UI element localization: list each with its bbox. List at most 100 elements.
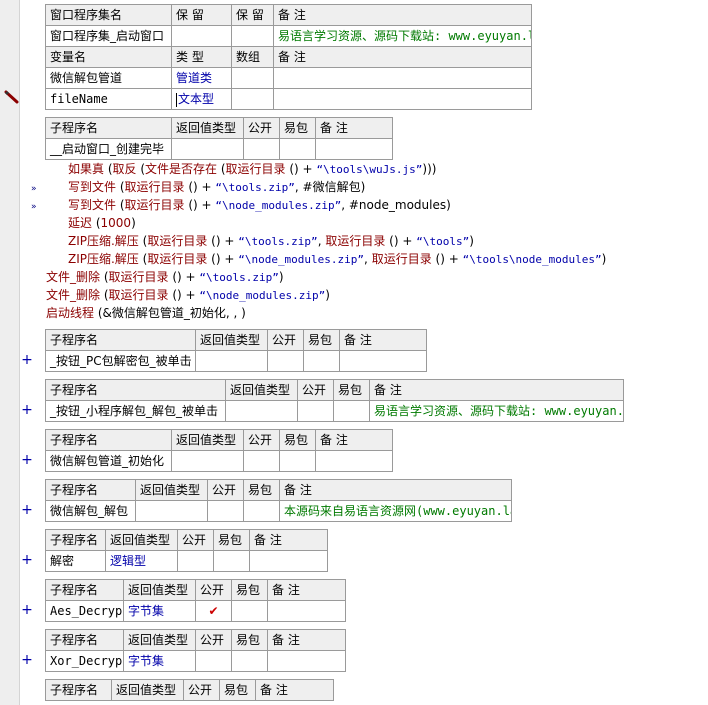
- code-line[interactable]: 启动线程 (&微信解包管道_初始化, , ): [46, 304, 246, 322]
- code-line[interactable]: 文件_删除 (取运行目录 () + “\tools.zip”): [46, 268, 284, 287]
- gutter-separator: [19, 0, 20, 705]
- sub-name-cell[interactable]: 微信解包管道_初始化: [45, 450, 172, 472]
- header-note: 备 注: [273, 4, 532, 26]
- var-array-cell[interactable]: [231, 67, 274, 89]
- sub-public-cell[interactable]: [243, 450, 280, 472]
- sub-easy-cell[interactable]: [303, 350, 340, 372]
- code-token: (: [100, 288, 109, 302]
- var-name-cell[interactable]: 微信解包管道: [45, 67, 172, 89]
- code-line[interactable]: 写到文件 (取运行目录 () + “\tools.zip”, #微信解包): [68, 178, 365, 197]
- header-sub-name: 子程序名: [45, 329, 196, 351]
- var-row[interactable]: 微信解包管道 管道类: [45, 67, 532, 89]
- sub-easy-cell[interactable]: [279, 138, 316, 160]
- var-note-cell[interactable]: [273, 88, 532, 110]
- sub-easy-cell[interactable]: [243, 500, 280, 522]
- sub-return-cell[interactable]: 字节集: [123, 650, 196, 672]
- code-token: 取反: [112, 162, 137, 176]
- expand-arrow-icon[interactable]: »: [31, 184, 36, 194]
- sub-name-cell[interactable]: Xor_Decrypt: [45, 650, 124, 672]
- sub-public-cell[interactable]: [297, 400, 334, 422]
- sub-public-cell[interactable]: [195, 650, 232, 672]
- code-token: (: [92, 216, 101, 230]
- sub-row[interactable]: Xor_Decrypt 字节集: [45, 650, 346, 672]
- sub-return-cell[interactable]: 逻辑型: [105, 550, 178, 572]
- sub-name-cell[interactable]: _按钮_小程序解包_解包_被单击: [45, 400, 226, 422]
- sub-public-cell[interactable]: ✔: [195, 600, 232, 622]
- var-name-cell[interactable]: fileName: [45, 88, 172, 110]
- sub-name-cell[interactable]: _按钮_PC包解密包_被单击: [45, 350, 196, 372]
- sub-public-cell[interactable]: [267, 350, 304, 372]
- sub-note-cell[interactable]: [315, 450, 393, 472]
- sub-return-cell[interactable]: [171, 138, 244, 160]
- sub-public-cell[interactable]: [207, 500, 244, 522]
- sub-name-cell[interactable]: 微信解包_解包: [45, 500, 136, 522]
- assembly-row[interactable]: 窗口程序集_启动窗口 易语言学习资源、源码下载站: www.eyuyan.la: [45, 25, 532, 47]
- code-line[interactable]: 延迟 (1000): [68, 214, 136, 232]
- sub-easy-cell[interactable]: [231, 600, 268, 622]
- expand-arrow-icon[interactable]: »: [31, 202, 36, 212]
- assembly-name-cell[interactable]: 窗口程序集_启动窗口: [45, 25, 172, 47]
- assembly-header-row: 窗口程序集名 保 留 保 留 备 注: [45, 4, 532, 26]
- sub-name-cell[interactable]: __启动窗口_创建完毕: [45, 138, 172, 160]
- sub-name-cell[interactable]: 解密: [45, 550, 106, 572]
- sub-name-cell[interactable]: Aes_Decrypt: [45, 600, 124, 622]
- expand-plus-icon[interactable]: +: [21, 353, 33, 367]
- header-sub-name: 子程序名: [45, 429, 172, 451]
- sub-public-cell[interactable]: [177, 550, 214, 572]
- sub-row[interactable]: _按钮_PC包解密包_被单击: [45, 350, 427, 372]
- code-line[interactable]: ZIP压缩.解压 (取运行目录 () + “\node_modules.zip”…: [68, 250, 606, 269]
- sub-row[interactable]: 微信解包_解包 本源码来自易语言资源网(www.eyuyan.la): [45, 500, 512, 522]
- expand-plus-icon[interactable]: +: [21, 503, 33, 517]
- reserved-cell-1[interactable]: [171, 25, 232, 47]
- sub-note-cell[interactable]: [267, 650, 346, 672]
- header-reserved-2: 保 留: [231, 4, 274, 26]
- sub-return-cell[interactable]: [225, 400, 298, 422]
- code-token: 写到文件: [68, 180, 117, 194]
- header-note: 备 注: [339, 329, 427, 351]
- code-token: () +: [184, 198, 216, 212]
- sub-table: 子程序名 返回值类型 公开 易包备 注微信解包_解包 本源码来自易语言资源网(www.e…: [45, 479, 512, 522]
- sub-row[interactable]: Aes_Decrypt 字节集 ✔: [45, 600, 346, 622]
- sub-row[interactable]: _按钮_小程序解包_解包_被单击 易语言学习资源、源码下载站: www.eyuya…: [45, 400, 624, 422]
- var-row[interactable]: fileName 文本型: [45, 88, 532, 110]
- code-token: 取运行目录: [147, 234, 208, 248]
- expand-plus-icon[interactable]: +: [21, 403, 33, 417]
- sub-note-cell[interactable]: [267, 600, 346, 622]
- sub-note-cell[interactable]: [339, 350, 427, 372]
- code-line[interactable]: 如果真 (取反 (文件是否存在 (取运行目录 () + “\tools\wuJs…: [68, 160, 436, 179]
- code-token: ZIP压缩.解压: [68, 234, 139, 248]
- sub-public-cell[interactable]: [243, 138, 280, 160]
- sub-return-cell[interactable]: [171, 450, 244, 472]
- var-array-cell[interactable]: [231, 88, 274, 110]
- sub-easy-cell[interactable]: [333, 400, 370, 422]
- sub-note-cell[interactable]: [249, 550, 328, 572]
- code-line[interactable]: 文件_删除 (取运行目录 () + “\node_modules.zip”): [46, 286, 330, 305]
- code-token: 取运行目录: [147, 252, 208, 266]
- expand-plus-icon[interactable]: +: [21, 603, 33, 617]
- sub-row[interactable]: 解密 逻辑型: [45, 550, 328, 572]
- code-line[interactable]: 写到文件 (取运行目录 () + “\node_modules.zip”, #n…: [68, 196, 451, 215]
- sub-return-cell[interactable]: [195, 350, 268, 372]
- sub-row[interactable]: 微信解包管道_初始化: [45, 450, 393, 472]
- code-line[interactable]: ZIP压缩.解压 (取运行目录 () + “\tools.zip”, 取运行目录…: [68, 232, 474, 251]
- sub-note-cell[interactable]: 易语言学习资源、源码下载站: www.eyuyan.la: [369, 400, 624, 422]
- var-type-cell[interactable]: 管道类: [171, 67, 232, 89]
- header-sub-name: 子程序名: [45, 479, 136, 501]
- sub-return-cell[interactable]: [135, 500, 208, 522]
- expand-plus-icon[interactable]: +: [21, 653, 33, 667]
- sub-easy-cell[interactable]: [213, 550, 250, 572]
- sub-note-cell[interactable]: [315, 138, 393, 160]
- expand-plus-icon[interactable]: +: [21, 453, 33, 467]
- sub-easy-cell[interactable]: [231, 650, 268, 672]
- expand-plus-icon[interactable]: +: [21, 553, 33, 567]
- sub-row[interactable]: __启动窗口_创建完毕: [45, 138, 393, 160]
- sub-note-cell[interactable]: 本源码来自易语言资源网(www.eyuyan.la): [279, 500, 512, 522]
- var-note-cell[interactable]: [273, 67, 532, 89]
- assembly-note-cell[interactable]: 易语言学习资源、源码下载站: www.eyuyan.la: [273, 25, 532, 47]
- sub-return-cell[interactable]: 字节集: [123, 600, 196, 622]
- var-type-cell[interactable]: 文本型: [171, 88, 232, 110]
- reserved-cell-2[interactable]: [231, 25, 274, 47]
- vars-header-row: 变量名 类 型 数组 备 注: [45, 46, 532, 68]
- header-public: 公开: [177, 529, 214, 551]
- sub-easy-cell[interactable]: [279, 450, 316, 472]
